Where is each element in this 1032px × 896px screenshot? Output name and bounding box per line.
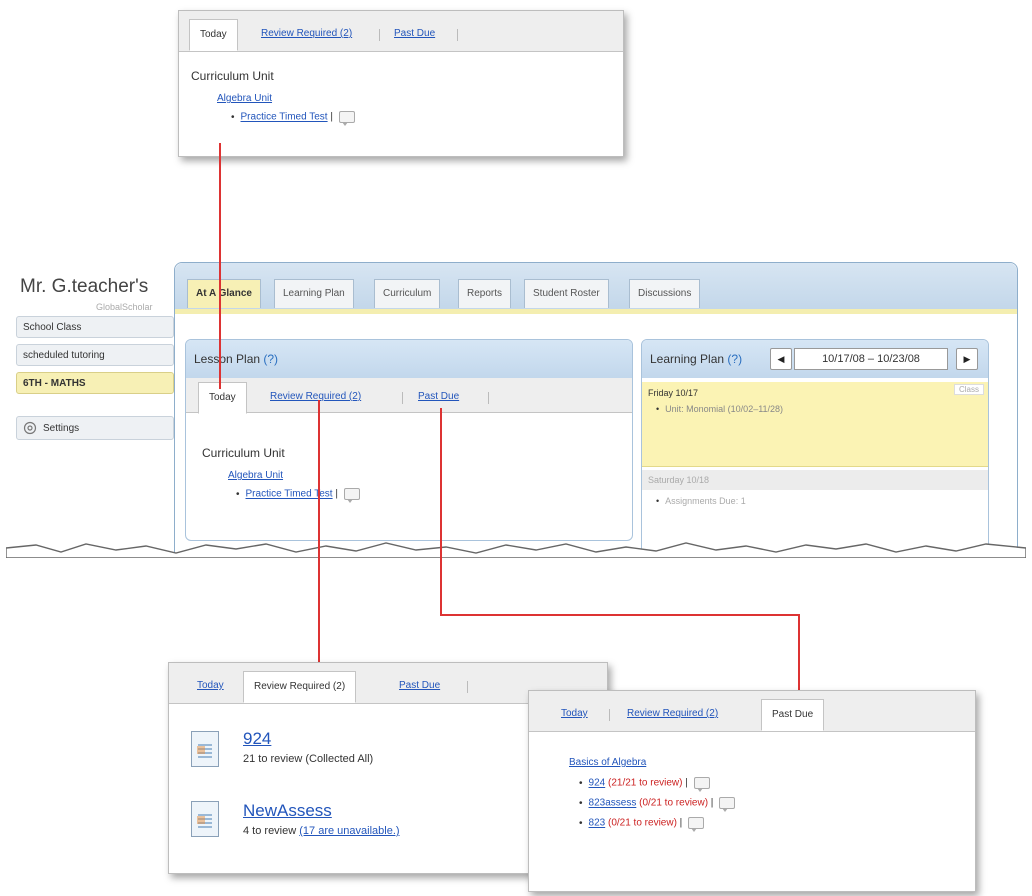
unit-link[interactable]: Algebra Unit xyxy=(228,470,283,481)
tab-past-due[interactable]: Past Due xyxy=(408,382,469,412)
assessment-link[interactable]: 924 xyxy=(589,778,606,789)
day-block-friday: Friday 10/17 Class Unit: Monomial (10/02… xyxy=(642,382,988,467)
tab-past-due[interactable]: Past Due xyxy=(761,699,825,731)
assignment-link[interactable]: Practice Timed Test xyxy=(241,112,328,123)
list-item: 823assess (0/21 to review) | xyxy=(579,797,736,812)
day-item[interactable]: Unit: Monomial (10/02–11/28) xyxy=(656,404,783,414)
list-item: 924 (21/21 to review) | xyxy=(579,777,710,792)
settings-label: Settings xyxy=(43,423,80,434)
help-icon[interactable]: (?) xyxy=(727,352,742,366)
day-block-saturday: Saturday 10/18 xyxy=(642,470,988,490)
assessment-icon xyxy=(191,731,219,767)
tab-review-required[interactable]: Review Required (2) xyxy=(251,19,362,49)
tab-reports[interactable]: Reports xyxy=(458,279,512,308)
review-status: (0/21 to review) xyxy=(639,797,709,809)
tab-divider xyxy=(379,29,380,41)
section-heading: Curriculum Unit xyxy=(202,446,285,460)
assessment-title[interactable]: NewAssess xyxy=(243,801,332,821)
comment-icon[interactable] xyxy=(338,111,355,126)
assessment-link[interactable]: 823assess xyxy=(589,798,637,809)
teacher-name: Mr. G.teacher's xyxy=(20,276,149,297)
triangle-left-icon: ◀ xyxy=(777,354,785,364)
tab-at-a-glance[interactable]: At A Glance xyxy=(187,279,261,308)
unit-link[interactable]: Algebra Unit xyxy=(217,93,272,104)
torn-edge xyxy=(6,542,1026,558)
assessment-title[interactable]: 924 xyxy=(243,729,271,749)
sidebar-item-school-class[interactable]: School Class xyxy=(16,316,174,338)
tab-curriculum[interactable]: Curriculum xyxy=(374,279,441,308)
callout-tab-bar: Today Review Required (2) Past Due xyxy=(179,11,623,52)
day-label: Friday 10/17 xyxy=(648,388,699,398)
panel-header: Lesson Plan (?) xyxy=(186,340,632,378)
comment-icon[interactable] xyxy=(719,797,736,812)
section-heading: Curriculum Unit xyxy=(191,69,274,83)
brand-logo: GlobalScholar xyxy=(96,302,153,312)
connector-line xyxy=(440,614,800,616)
day-item[interactable]: Assignments Due: 1 xyxy=(656,496,746,506)
tab-review-required[interactable]: Review Required (2) xyxy=(260,382,371,412)
assessment-detail: 21 to review (Collected All) xyxy=(243,753,374,765)
learning-plan-panel: Learning Plan (?) ◀ 10/17/08 – 10/23/08 … xyxy=(641,339,989,558)
tab-divider xyxy=(488,392,489,404)
day-label: Saturday 10/18 xyxy=(648,475,710,485)
assessment-icon xyxy=(191,801,219,837)
panel-title: Learning Plan (?) xyxy=(650,352,743,366)
tab-divider xyxy=(402,392,403,404)
main-tab-bar: At A Glance Learning Plan Curriculum Rep… xyxy=(175,263,1017,314)
date-range: 10/17/08 – 10/23/08 xyxy=(794,348,948,370)
tab-divider xyxy=(467,681,468,693)
connector-line xyxy=(318,400,320,678)
section-link[interactable]: Basics of Algebra xyxy=(569,757,646,768)
help-icon[interactable]: (?) xyxy=(263,352,278,366)
tab-today[interactable]: Today xyxy=(551,699,598,729)
tab-today[interactable]: Today xyxy=(198,382,247,414)
comment-icon[interactable] xyxy=(693,777,710,792)
review-status: (21/21 to review) xyxy=(607,777,683,789)
tab-learning-plan[interactable]: Learning Plan xyxy=(274,279,354,308)
panel-title: Lesson Plan (?) xyxy=(194,352,279,366)
tab-student-roster[interactable]: Student Roster xyxy=(524,279,609,308)
connector-line xyxy=(798,614,800,694)
list-item: Practice Timed Test | xyxy=(231,111,355,126)
connector-line xyxy=(440,408,442,616)
tab-review-required[interactable]: Review Required (2) xyxy=(617,699,728,729)
connector-line xyxy=(219,143,221,389)
tab-review-required[interactable]: Review Required (2) xyxy=(243,671,357,703)
tab-past-due[interactable]: Past Due xyxy=(389,671,450,701)
comment-icon[interactable] xyxy=(343,488,360,503)
tab-divider xyxy=(457,29,458,41)
prev-week-button[interactable]: ◀ xyxy=(770,348,792,370)
list-item: Practice Timed Test | xyxy=(236,488,360,503)
review-status: (0/21 to review) xyxy=(607,817,677,829)
class-badge: Class xyxy=(953,384,984,395)
tab-today[interactable]: Today xyxy=(189,19,238,51)
tab-today[interactable]: Today xyxy=(187,671,234,701)
tab-divider xyxy=(609,709,610,721)
triangle-right-icon: ▶ xyxy=(963,354,971,364)
today-callout: Today Review Required (2) Past Due Curri… xyxy=(178,10,624,157)
assessment-detail: 4 to review (17 are unavailable.) xyxy=(243,825,400,837)
unavailable-link[interactable]: (17 are unavailable.) xyxy=(299,825,399,837)
assessment-link[interactable]: 823 xyxy=(589,818,606,829)
panel-header: Learning Plan (?) ◀ 10/17/08 – 10/23/08 … xyxy=(642,340,988,378)
app-screenshot: Mr. G.teacher's GlobalScholar School Cla… xyxy=(6,258,1026,558)
sidebar-item-6th-maths[interactable]: 6TH - MATHS xyxy=(16,372,174,394)
lesson-plan-panel: Lesson Plan (?) Today Review Required (2… xyxy=(185,339,633,541)
main-content: At A Glance Learning Plan Curriculum Rep… xyxy=(174,262,1018,558)
gear-icon xyxy=(23,421,37,435)
tab-past-due[interactable]: Past Due xyxy=(384,19,445,49)
tab-discussions[interactable]: Discussions xyxy=(629,279,701,308)
past-due-callout: Today Review Required (2) Past Due Basic… xyxy=(528,690,976,892)
list-item: 823 (0/21 to review) | xyxy=(579,817,705,832)
next-week-button[interactable]: ▶ xyxy=(956,348,978,370)
comment-icon[interactable] xyxy=(688,817,705,832)
callout-tab-bar: Today Review Required (2) Past Due xyxy=(529,691,975,732)
settings-button[interactable]: Settings xyxy=(16,416,174,440)
lesson-tab-bar: Today Review Required (2) Past Due xyxy=(186,378,632,414)
sidebar-item-scheduled-tutoring[interactable]: scheduled tutoring xyxy=(16,344,174,366)
